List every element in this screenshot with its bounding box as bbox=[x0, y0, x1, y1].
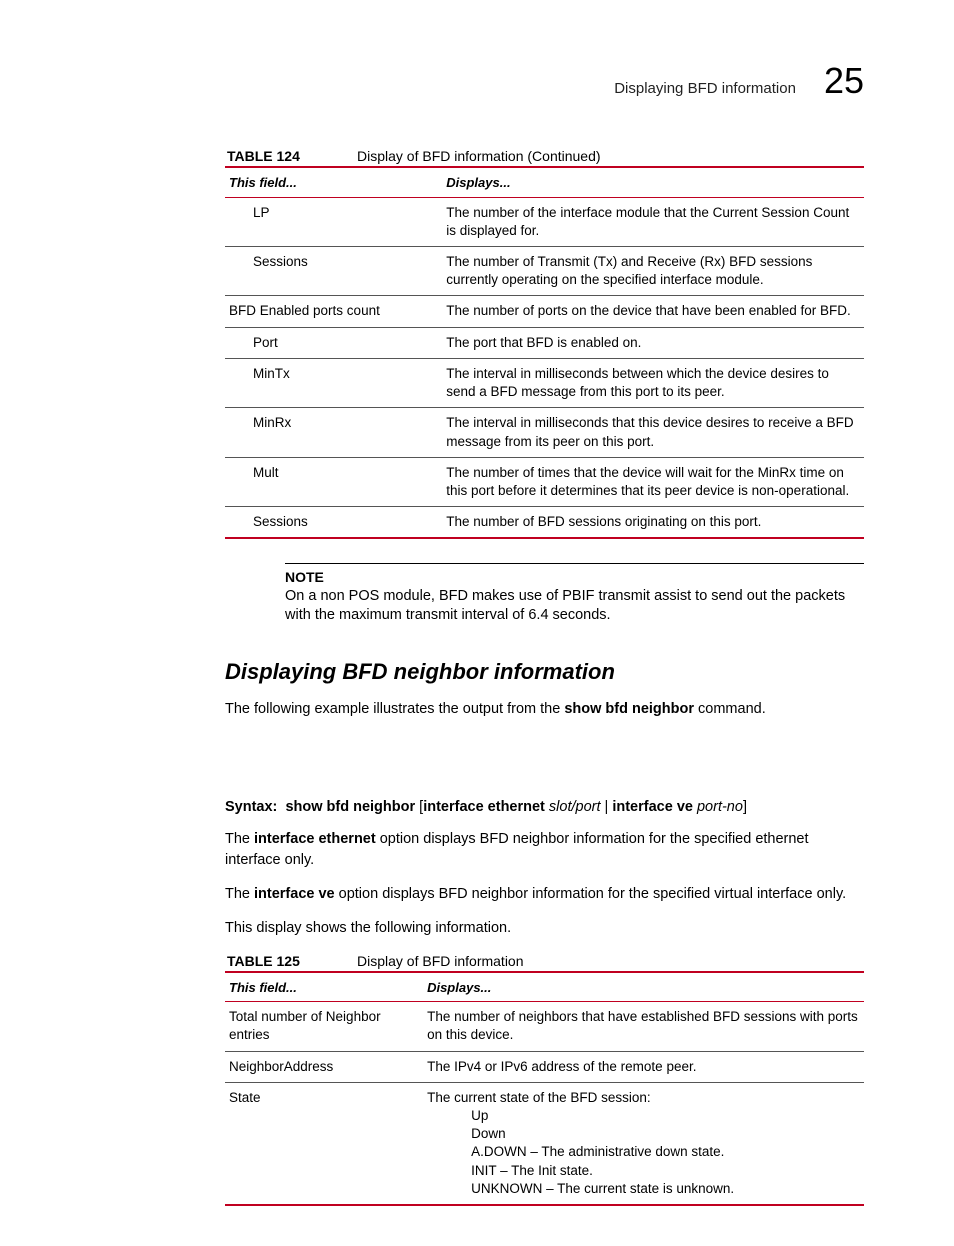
pe-bold: interface ethernet bbox=[254, 831, 376, 847]
table-row: MinTx The interval in milliseconds betwe… bbox=[225, 358, 864, 407]
table-row: Mult The number of times that the device… bbox=[225, 457, 864, 506]
table-row: Total number of Neighbor entries The num… bbox=[225, 1002, 864, 1051]
pv-post: option displays BFD neighbor information… bbox=[335, 886, 847, 902]
table-row: BFD Enabled ports count The number of po… bbox=[225, 296, 864, 327]
col-header-field: This field... bbox=[225, 167, 442, 197]
syntax-iface-ve: interface ve bbox=[612, 799, 693, 815]
chapter-number: 25 bbox=[824, 60, 864, 102]
para-ethernet: The interface ethernet option displays B… bbox=[225, 829, 864, 870]
desc-cell: The interval in milliseconds between whi… bbox=[442, 358, 864, 407]
state-item: A.DOWN – The administrative down state. bbox=[427, 1143, 860, 1161]
table-row: NeighborAddress The IPv4 or IPv6 address… bbox=[225, 1051, 864, 1082]
table-row: State The current state of the BFD sessi… bbox=[225, 1082, 864, 1205]
intro-paragraph: The following example illustrates the ou… bbox=[225, 699, 864, 719]
pv-pre: The bbox=[225, 886, 254, 902]
field-cell: NeighborAddress bbox=[225, 1051, 423, 1082]
intro-post: command. bbox=[694, 701, 766, 717]
table124: This field... Displays... LP The number … bbox=[225, 166, 864, 539]
syntax-line: Syntax: show bfd neighbor [interface eth… bbox=[225, 799, 864, 815]
desc-cell: The number of times that the device will… bbox=[442, 457, 864, 506]
desc-cell: The number of neighbors that have establ… bbox=[423, 1002, 864, 1051]
state-item: UNKNOWN – The current state is unknown. bbox=[427, 1180, 860, 1198]
field-cell: Sessions bbox=[225, 246, 442, 295]
table-label: TABLE 124 bbox=[227, 148, 357, 164]
table-label: TABLE 125 bbox=[227, 953, 357, 969]
syntax-iface-eth: interface ethernet bbox=[423, 799, 545, 815]
pv-bold: interface ve bbox=[254, 886, 335, 902]
state-intro: The current state of the BFD session: bbox=[427, 1090, 651, 1105]
table-row: Sessions The number of BFD sessions orig… bbox=[225, 507, 864, 539]
field-cell: Sessions bbox=[225, 507, 442, 539]
table-row: Sessions The number of Transmit (Tx) and… bbox=[225, 246, 864, 295]
table-row: MinRx The interval in milliseconds that … bbox=[225, 408, 864, 457]
col-header-field: This field... bbox=[225, 972, 423, 1002]
syntax-label: Syntax: bbox=[225, 799, 277, 815]
syntax-var2: port-no bbox=[697, 799, 743, 815]
field-cell: LP bbox=[225, 197, 442, 246]
desc-cell: The number of the interface module that … bbox=[442, 197, 864, 246]
field-cell: Port bbox=[225, 327, 442, 358]
state-item: INIT – The Init state. bbox=[427, 1162, 860, 1180]
note-block: NOTE On a non POS module, BFD makes use … bbox=[285, 563, 864, 625]
syntax-var1: slot/port bbox=[549, 799, 601, 815]
field-cell: BFD Enabled ports count bbox=[225, 296, 442, 327]
desc-cell: The IPv4 or IPv6 address of the remote p… bbox=[423, 1051, 864, 1082]
col-header-displays: Displays... bbox=[442, 167, 864, 197]
para-ve: The interface ve option displays BFD nei… bbox=[225, 884, 864, 904]
col-header-displays: Displays... bbox=[423, 972, 864, 1002]
running-title: Displaying BFD information bbox=[614, 80, 796, 97]
section-heading: Displaying BFD neighbor information bbox=[225, 659, 864, 685]
note-body: On a non POS module, BFD makes use of PB… bbox=[285, 587, 864, 625]
intro-pre: The following example illustrates the ou… bbox=[225, 701, 564, 717]
note-label: NOTE bbox=[285, 568, 864, 586]
field-cell: State bbox=[225, 1082, 423, 1205]
table-row: LP The number of the interface module th… bbox=[225, 197, 864, 246]
table125-caption: TABLE 125 Display of BFD information bbox=[225, 953, 864, 969]
syntax-cmd1: show bfd neighbor bbox=[285, 799, 415, 815]
desc-cell: The port that BFD is enabled on. bbox=[442, 327, 864, 358]
table125: This field... Displays... Total number o… bbox=[225, 971, 864, 1207]
state-item: Down bbox=[427, 1125, 860, 1143]
table-title: Display of BFD information bbox=[357, 953, 524, 969]
intro-cmd: show bfd neighbor bbox=[564, 701, 694, 717]
pe-pre: The bbox=[225, 831, 254, 847]
desc-cell: The interval in milliseconds that this d… bbox=[442, 408, 864, 457]
desc-cell: The number of Transmit (Tx) and Receive … bbox=[442, 246, 864, 295]
field-cell: Total number of Neighbor entries bbox=[225, 1002, 423, 1051]
syntax-bracket-close: ] bbox=[743, 799, 747, 815]
para-display: This display shows the following informa… bbox=[225, 918, 864, 938]
table124-caption: TABLE 124 Display of BFD information (Co… bbox=[225, 148, 864, 164]
desc-cell: The current state of the BFD session: Up… bbox=[423, 1082, 864, 1205]
field-cell: MinRx bbox=[225, 408, 442, 457]
state-item: Up bbox=[427, 1107, 860, 1125]
field-cell: MinTx bbox=[225, 358, 442, 407]
desc-cell: The number of ports on the device that h… bbox=[442, 296, 864, 327]
desc-cell: The number of BFD sessions originating o… bbox=[442, 507, 864, 539]
page-header: Displaying BFD information 25 bbox=[225, 60, 864, 102]
table-row: Port The port that BFD is enabled on. bbox=[225, 327, 864, 358]
document-page: Displaying BFD information 25 TABLE 124 … bbox=[0, 0, 954, 1246]
table-title: Display of BFD information (Continued) bbox=[357, 148, 601, 164]
syntax-sep: | bbox=[601, 799, 613, 815]
field-cell: Mult bbox=[225, 457, 442, 506]
